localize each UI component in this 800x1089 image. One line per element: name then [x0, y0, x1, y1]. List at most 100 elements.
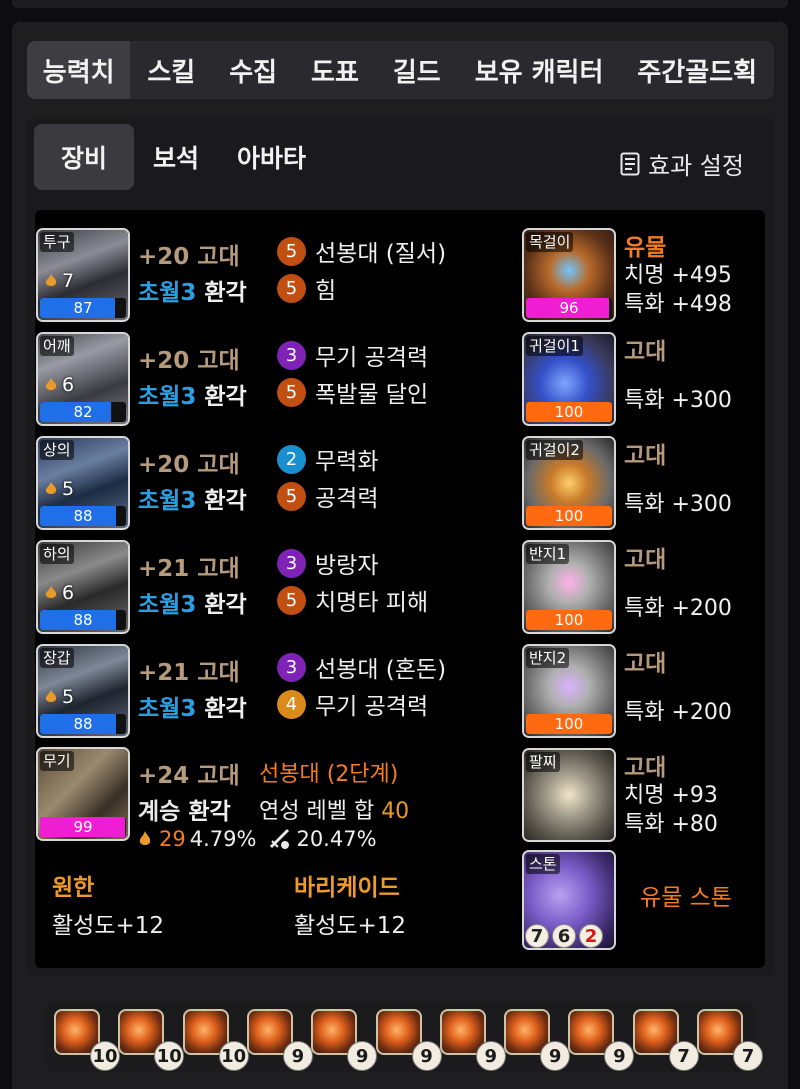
tab-stats[interactable]: 능력치 — [27, 41, 131, 99]
elixir-level: 5 — [42, 686, 74, 708]
gem-slot[interactable]: 7 — [697, 1009, 763, 1071]
gem-slot[interactable]: 9 — [504, 1009, 571, 1071]
armor-upgrade: +20 고대 — [138, 452, 240, 478]
gem-slot[interactable]: 9 — [246, 1009, 313, 1071]
slot-label: 스톤 — [526, 854, 560, 874]
quality-bar: 87 — [40, 298, 126, 318]
stat-a-percent: 4.79% — [189, 827, 257, 851]
armor-slot-2[interactable]: 어깨 6 82 — [36, 332, 130, 426]
quality-bar: 99 — [40, 817, 126, 837]
stat-b-percent: 20.47% — [296, 827, 377, 851]
weapon-slot[interactable]: 무기 99 — [36, 747, 130, 841]
accessory-stat: 특화 +498 — [624, 292, 732, 317]
flame-icon — [139, 831, 151, 845]
engraving-level-badge: 3 — [277, 652, 306, 682]
slot-label: 상의 — [40, 440, 74, 460]
gem-slot[interactable]: 10 — [182, 1009, 249, 1071]
accessory-slot-6[interactable]: 팔찌 — [522, 748, 616, 842]
engraving: 5 공격력 — [277, 479, 378, 513]
engraving: 5힘 — [277, 271, 336, 305]
gem-level: 9 — [475, 1041, 506, 1071]
elixir-level: 6 — [42, 582, 74, 604]
gem-slot[interactable]: 10 — [118, 1009, 185, 1071]
tab-characters[interactable]: 보유 캐릭터 — [458, 41, 621, 99]
stone-values: 7 6 2 — [525, 924, 603, 948]
engraving-level-badge: 5 — [277, 377, 306, 407]
gem-slot[interactable]: 10 — [54, 1009, 120, 1071]
accessory-slot-5[interactable]: 반지2 100 — [522, 644, 616, 738]
elixir-level-value: 6 — [62, 582, 75, 604]
armor-transcend: 초월3 환각 — [138, 377, 247, 411]
transcend-label: 초월3 — [138, 384, 197, 410]
engraving-name: 폭발물 달인 — [315, 382, 429, 408]
tab-skills[interactable]: 스킬 — [130, 41, 212, 99]
engraving: 4 무기 공격력 — [277, 687, 428, 721]
tab-guild[interactable]: 길드 — [376, 41, 458, 99]
quality-value: 88 — [73, 507, 93, 525]
elixir-label: 환각 — [204, 696, 247, 722]
accessory-stat: 특화 +300 — [624, 492, 732, 517]
accessory-grade: 고대 — [624, 443, 667, 469]
engraving: 3 무기 공격력 — [277, 338, 428, 372]
quality-value: 100 — [554, 715, 584, 733]
tab-avatar[interactable]: 아바타 — [218, 124, 325, 190]
gem-slot[interactable]: 9 — [311, 1009, 378, 1071]
engraving-level-badge: 5 — [277, 585, 306, 615]
slot-label: 장갑 — [40, 648, 74, 668]
tab-gems[interactable]: 보석 — [134, 124, 218, 190]
armor-slot-3[interactable]: 상의 5 88 — [36, 436, 130, 530]
engraving: 3 방랑자 — [277, 546, 378, 580]
quality-value: 99 — [73, 818, 93, 836]
gem-level: 10 — [218, 1041, 249, 1071]
elixir-label: 환각 — [204, 280, 247, 306]
flame-icon — [45, 378, 57, 390]
engraving: 2 무력화 — [277, 442, 378, 476]
tab-equipment[interactable]: 장비 — [34, 124, 134, 190]
quality-value: 82 — [73, 403, 93, 421]
quality-bar: 88 — [40, 506, 126, 526]
gem-level: 9 — [347, 1041, 378, 1071]
engraving: 5 선봉대 (질서) — [277, 234, 446, 268]
quality-bar: 100 — [526, 714, 612, 734]
quality-bar: 82 — [40, 402, 126, 422]
slot-label: 귀걸이1 — [526, 336, 583, 356]
gem-slot[interactable]: 9 — [439, 1009, 506, 1071]
engraving-name: 무기 공격력 — [315, 345, 429, 371]
accessory-slot-4[interactable]: 반지1 100 — [522, 540, 616, 634]
effect-settings-button[interactable]: 효과 설정 — [620, 146, 744, 181]
flame-icon — [45, 586, 57, 598]
accessory-slot-1[interactable]: 목걸이 96 — [522, 228, 616, 322]
set-effect-value-2: 활성도+12 — [294, 913, 407, 939]
armor-transcend: 초월3 환각 — [138, 481, 247, 515]
armor-upgrade: +20 고대 — [138, 244, 240, 270]
accessory-slot-3[interactable]: 귀걸이2 100 — [522, 436, 616, 530]
engraving-name: 무력화 — [315, 449, 379, 475]
stone-value-1: 7 — [525, 924, 549, 948]
engraving-name: 치명타 피해 — [315, 590, 429, 616]
engraving: 3 선봉대 (혼돈) — [277, 650, 446, 684]
tab-chart[interactable]: 도표 — [294, 41, 376, 99]
weapon-stats: 29 4.79% 20.47% — [135, 827, 377, 851]
tab-weekly-gold[interactable]: 주간골드획 — [620, 41, 774, 99]
engraving-level-badge: 5 — [277, 273, 306, 303]
armor-slot-4[interactable]: 하의 6 88 — [36, 540, 130, 634]
gem-slot[interactable]: 7 — [632, 1009, 699, 1071]
weapon-succession: 계승 — [138, 799, 181, 825]
gem-slot[interactable]: 9 — [375, 1009, 442, 1071]
stat-a-number: 29 — [159, 827, 186, 851]
engraving-name: 공격력 — [315, 486, 379, 512]
engraving-name: 힘 — [315, 278, 337, 304]
tab-collection[interactable]: 수집 — [212, 41, 294, 99]
accessory-grade: 고대 — [624, 651, 667, 677]
sub-tab-bar: 장비 보석 아바타 — [34, 124, 325, 190]
quality-bar: 100 — [526, 610, 612, 630]
gem-level: 7 — [733, 1041, 763, 1071]
gem-slot[interactable]: 9 — [568, 1009, 635, 1071]
engraving-level-badge: 3 — [277, 548, 306, 578]
armor-slot-1[interactable]: 투구 7 87 — [36, 228, 130, 322]
slot-label: 반지2 — [526, 648, 570, 668]
quality-value: 87 — [73, 299, 93, 317]
slot-label: 하의 — [40, 544, 74, 564]
armor-slot-5[interactable]: 장갑 5 88 — [36, 644, 130, 738]
accessory-slot-2[interactable]: 귀걸이1 100 — [522, 332, 616, 426]
